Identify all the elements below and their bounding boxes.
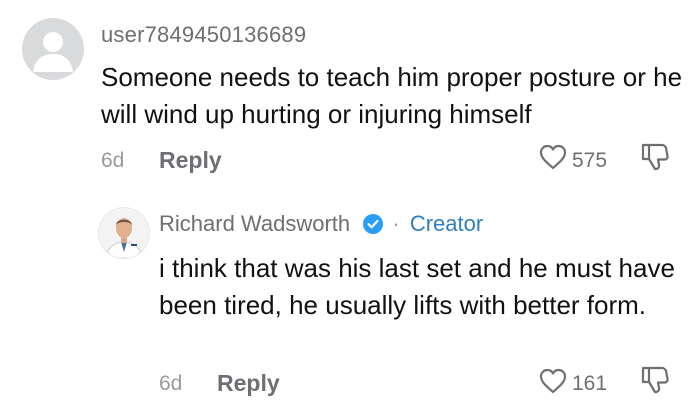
comment-text: Someone needs to teach him proper postur… [101, 62, 683, 129]
verified-check-icon [362, 213, 384, 241]
comment-date: 6d [101, 149, 125, 172]
separator-dot: · [392, 211, 400, 236]
reply-author-row: Richard Wadsworth · Creator [159, 211, 483, 241]
dislike-button[interactable] [640, 140, 670, 172]
reply-dislike-button[interactable] [640, 363, 670, 395]
reply-like-count: 161 [572, 372, 608, 395]
heart-outline-icon [539, 368, 567, 394]
author-avatar[interactable] [98, 207, 150, 259]
reply-date: 6d [159, 372, 183, 395]
reply-button[interactable]: Reply [159, 147, 222, 174]
avatar[interactable] [22, 18, 84, 80]
creator-badge: Creator [409, 211, 484, 236]
thumbs-down-outline-icon [641, 143, 669, 171]
thumbs-down-outline-icon [641, 366, 669, 394]
reply-text: i think that was his last set and he mus… [159, 253, 675, 320]
default-avatar-icon [33, 32, 73, 72]
reply-reply-button[interactable]: Reply [217, 370, 280, 397]
heart-outline-icon [539, 144, 567, 170]
author-name[interactable]: Richard Wadsworth [159, 211, 350, 236]
author-photo-icon [99, 208, 149, 258]
reply-like-button[interactable] [538, 367, 568, 395]
like-button[interactable] [538, 143, 568, 171]
like-count: 575 [572, 149, 608, 172]
comment-username[interactable]: user7849450136689 [101, 22, 306, 48]
